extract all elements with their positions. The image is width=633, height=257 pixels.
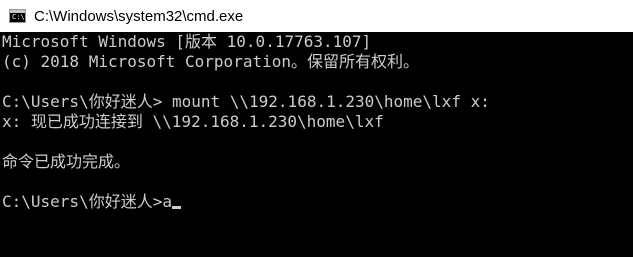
console-line-mount-result: x: 现已成功连接到 \\192.168.1.230\home\lxf [2, 112, 384, 131]
title-bar[interactable]: C:\ C:\Windows\system32\cmd.exe [0, 0, 633, 32]
console-line-current-prompt[interactable]: C:\Users\你好迷人>a [2, 192, 633, 212]
console-line-completed: 命令已成功完成。 [2, 152, 131, 171]
window-title: C:\Windows\system32\cmd.exe [34, 7, 244, 25]
console-line-blank-1 [2, 72, 633, 92]
cmd-window: C:\ C:\Windows\system32\cmd.exe Microsof… [0, 0, 633, 257]
console-line-copyright: (c) 2018 Microsoft Corporation。保留所有权利。 [2, 52, 419, 71]
cmd-icon-prompt: C:\ [12, 13, 25, 21]
cmd-icon: C:\ [9, 9, 26, 23]
console-line-mount-command: C:\Users\你好迷人> mount \\192.168.1.230\hom… [2, 92, 490, 111]
text-cursor [171, 206, 181, 209]
console-line-blank-2 [2, 132, 633, 152]
console-line-blank-3 [2, 172, 633, 192]
current-prompt-text: C:\Users\你好迷人>a [2, 192, 172, 211]
console-line-version: Microsoft Windows [版本 10.0.17763.107] [2, 32, 372, 51]
console-output[interactable]: Microsoft Windows [版本 10.0.17763.107] (c… [0, 32, 633, 257]
